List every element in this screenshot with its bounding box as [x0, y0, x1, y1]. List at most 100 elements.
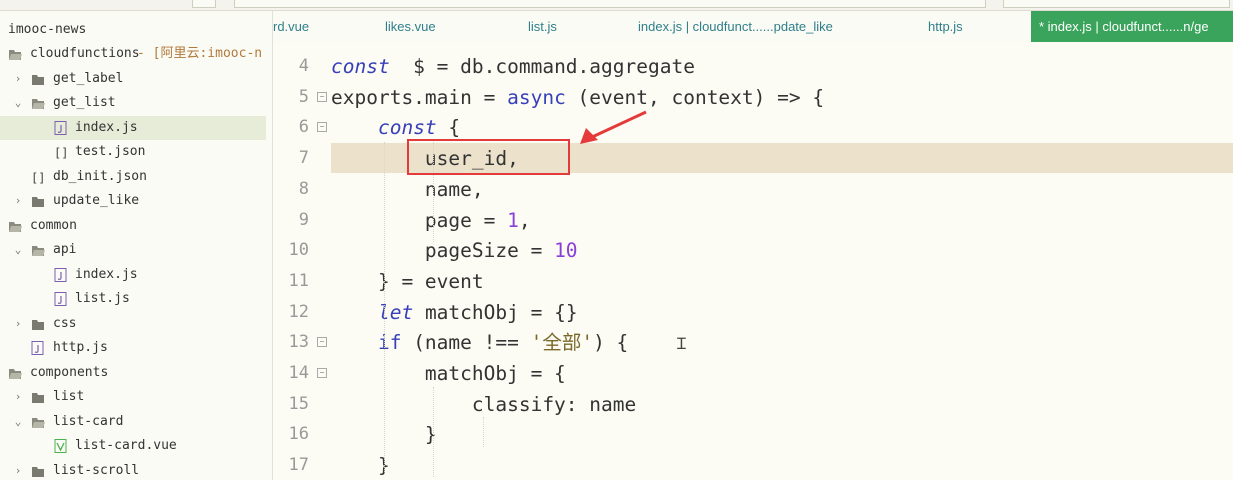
- sidebar-item[interactable]: imooc-news: [0, 18, 272, 42]
- sidebar-item-label: list: [53, 389, 85, 404]
- folder-open-icon: [9, 369, 22, 379]
- editor-tab-bar: rd.vue likes.vue list.js index.js | cloudfu…: [273, 11, 1233, 43]
- sidebar-item[interactable]: › update_like: [0, 189, 272, 213]
- json-file-icon: []: [31, 171, 45, 184]
- line-number: 5: [298, 86, 309, 107]
- code-line[interactable]: 5− exports.main = async (event, context) …: [273, 82, 1233, 113]
- folder-open-icon: [32, 418, 45, 428]
- sidebar-item[interactable]: › list: [0, 385, 272, 409]
- project-explorer: imooc-news cloudfunctions - [阿里云:imooc-n ›…: [0, 11, 273, 480]
- code-token: (name !==: [401, 331, 531, 355]
- code-line[interactable]: 13− if (name !== '全部') {: [273, 327, 1233, 358]
- sidebar-item[interactable]: [] test.json: [0, 140, 272, 164]
- chevron-down-icon[interactable]: ⌄: [12, 410, 24, 434]
- code-token: (event, context) => {: [565, 85, 825, 109]
- code-line[interactable]: 14− matchObj = {: [273, 358, 1233, 389]
- tab-2[interactable]: list.js: [528, 11, 557, 42]
- js-file-icon: [54, 121, 67, 135]
- annotation-arrow-icon: [580, 110, 647, 144]
- folder-icon: [32, 467, 44, 477]
- tab-4[interactable]: http.js: [928, 11, 963, 42]
- code-token: name,: [331, 177, 484, 201]
- code-text: if (name !== '全部') {: [331, 327, 628, 358]
- indent-guide: [433, 387, 434, 477]
- code-text: name,: [331, 174, 484, 205]
- address-field[interactable]: [234, 0, 986, 8]
- sidebar-item[interactable]: http.js: [0, 336, 272, 360]
- tab-1[interactable]: likes.vue: [385, 11, 436, 42]
- code-line[interactable]: 12 let matchObj = {}: [273, 297, 1233, 328]
- sidebar-item[interactable]: ⌄ list-card: [0, 410, 272, 434]
- code-token: const: [331, 55, 390, 78]
- code-token: async: [507, 85, 566, 109]
- sidebar-item[interactable]: list-card.vue: [0, 434, 272, 458]
- tab-3[interactable]: index.js | cloudfunct......pdate_like: [638, 11, 833, 42]
- chevron-right-icon[interactable]: ›: [12, 312, 24, 336]
- code-line[interactable]: 4 const $ = db.command.aggregate: [273, 51, 1233, 82]
- code-token: } = event: [331, 269, 484, 293]
- sidebar-item[interactable]: index.js: [0, 116, 266, 140]
- sidebar-item-label: list-card.vue: [75, 438, 177, 453]
- code-token: 10: [554, 239, 578, 263]
- folder-icon: [32, 393, 44, 403]
- fold-toggle-icon[interactable]: −: [317, 368, 327, 378]
- sidebar-item[interactable]: › css: [0, 312, 272, 336]
- json-file-icon: []: [54, 146, 68, 159]
- code-token: page =: [331, 208, 508, 232]
- sidebar-item[interactable]: index.js: [0, 263, 272, 287]
- chevron-right-icon[interactable]: ›: [12, 189, 24, 213]
- code-line[interactable]: 9 page = 1,: [273, 205, 1233, 236]
- code-token: ) {: [593, 331, 629, 355]
- code-token: }: [331, 454, 390, 478]
- code-token: pageSize =: [331, 239, 555, 263]
- code-token: const: [377, 116, 437, 140]
- window-top-bar: [0, 0, 1233, 11]
- sidebar-item-label: list-card: [53, 414, 124, 429]
- toolbar-button[interactable]: [192, 0, 216, 8]
- folder-icon: [32, 75, 44, 85]
- code-line[interactable]: 11 } = event: [273, 266, 1233, 297]
- chevron-right-icon[interactable]: ›: [12, 459, 24, 480]
- code-token: '全部': [530, 331, 594, 355]
- sidebar-item[interactable]: cloudfunctions - [阿里云:imooc-n: [0, 42, 272, 66]
- sidebar-item[interactable]: › get_label: [0, 67, 272, 91]
- cloud-provider-label: - [阿里云:imooc-n: [137, 46, 263, 61]
- chevron-down-icon[interactable]: ⌄: [12, 238, 24, 262]
- sidebar-item[interactable]: ⌄ api: [0, 238, 272, 262]
- sidebar-item-label: update_like: [53, 193, 140, 208]
- sidebar-item[interactable]: › list-scroll: [0, 459, 272, 480]
- sidebar-item[interactable]: common: [0, 214, 272, 238]
- code-line[interactable]: 16 }: [273, 419, 1233, 450]
- line-number: 7: [298, 148, 309, 169]
- code-line[interactable]: 8 name,: [273, 174, 1233, 205]
- code-token: ,: [518, 208, 531, 232]
- sidebar-item-label: http.js: [53, 340, 108, 355]
- js-file-icon: [54, 292, 67, 306]
- sidebar-item-label: test.json: [75, 144, 146, 159]
- code-line[interactable]: 15 classify: name: [273, 389, 1233, 420]
- code-editor[interactable]: 4 const $ = db.command.aggregate 5− exports…: [273, 42, 1233, 480]
- chevron-right-icon[interactable]: ›: [12, 67, 24, 91]
- sidebar-item[interactable]: components: [0, 361, 272, 385]
- chevron-down-icon[interactable]: ⌄: [12, 91, 24, 115]
- code-text: const $ = db.command.aggregate: [331, 51, 695, 82]
- tab-5[interactable]: * index.js | cloudfunct......n/ge: [1031, 11, 1233, 42]
- chevron-right-icon[interactable]: ›: [12, 385, 24, 409]
- line-number: 11: [288, 270, 309, 291]
- code-line[interactable]: 17 }: [273, 450, 1233, 480]
- tab-0[interactable]: rd.vue: [273, 11, 309, 42]
- line-number: 6: [298, 117, 309, 138]
- sidebar-item[interactable]: [] db_init.json: [0, 165, 272, 189]
- fold-toggle-icon[interactable]: −: [317, 122, 327, 133]
- sidebar-item[interactable]: ⌄ get_list: [0, 91, 272, 115]
- folder-open-icon: [32, 246, 45, 256]
- search-field[interactable]: [1003, 0, 1230, 8]
- sidebar-item-label: get_label: [53, 71, 124, 86]
- code-line[interactable]: 10 pageSize = 10: [273, 235, 1233, 266]
- sidebar-item[interactable]: list.js: [0, 287, 272, 311]
- indent-guide: [483, 417, 484, 447]
- code-token: $ = db.command.aggregate: [389, 55, 695, 78]
- fold-toggle-icon[interactable]: −: [317, 91, 327, 102]
- fold-toggle-icon[interactable]: −: [317, 337, 327, 348]
